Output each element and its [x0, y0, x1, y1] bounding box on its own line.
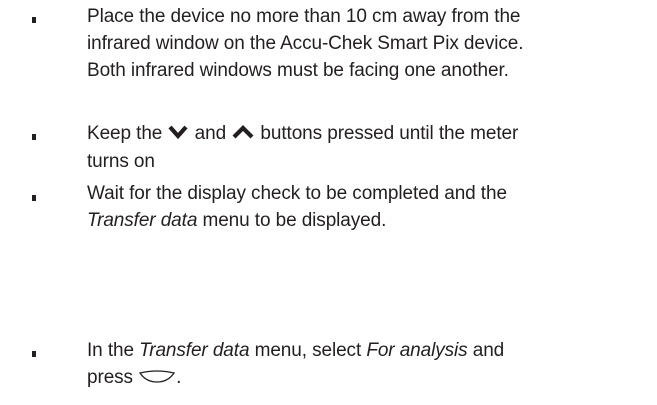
bullet-marker [32, 17, 36, 23]
manual-page: Place the device no more than 10 cm away… [0, 0, 657, 405]
menu-name: Transfer data [139, 340, 250, 361]
text-line: infrared window on the Accu-Chek Smart P… [87, 33, 524, 54]
text-line: press . [87, 364, 647, 392]
bullet-marker [32, 351, 36, 357]
text-line: Wait for the display check to be complet… [87, 183, 507, 204]
text-fragment: menu, select [249, 340, 367, 361]
text-line: turns on [87, 151, 155, 172]
menu-name: Transfer data [87, 210, 198, 231]
text-fragment: Keep the [87, 123, 163, 144]
menu-option: For analysis [366, 340, 468, 361]
bullet-marker [32, 134, 36, 140]
text-fragment: menu to be displayed. [197, 210, 387, 231]
text-fragment: buttons pressed until the meter [260, 123, 519, 144]
text-fragment: and [467, 340, 505, 361]
text-line: Place the device no more than 10 cm away… [87, 6, 521, 27]
chevron-down-icon [167, 121, 189, 148]
text-line: In the Transfer data menu, select For an… [87, 337, 647, 364]
chevron-up-icon [231, 121, 255, 148]
text-fragment: . [176, 367, 182, 388]
instruction-text: Wait for the display check to be complet… [87, 180, 647, 234]
text-line: Keep the and buttons pressed until the m… [87, 120, 647, 148]
enter-button-icon [138, 365, 176, 392]
instruction-text: In the Transfer data menu, select For an… [87, 337, 647, 392]
instruction-text: Keep the and buttons pressed until the m… [87, 120, 647, 175]
instruction-text: Place the device no more than 10 cm away… [87, 3, 647, 84]
bullet-marker [32, 195, 36, 201]
text-line: Transfer data menu to be displayed. [87, 207, 647, 234]
text-line: Both infrared windows must be facing one… [87, 60, 509, 81]
text-fragment: press [87, 367, 133, 388]
text-fragment: and [194, 123, 227, 144]
text-fragment: In the [87, 340, 140, 361]
